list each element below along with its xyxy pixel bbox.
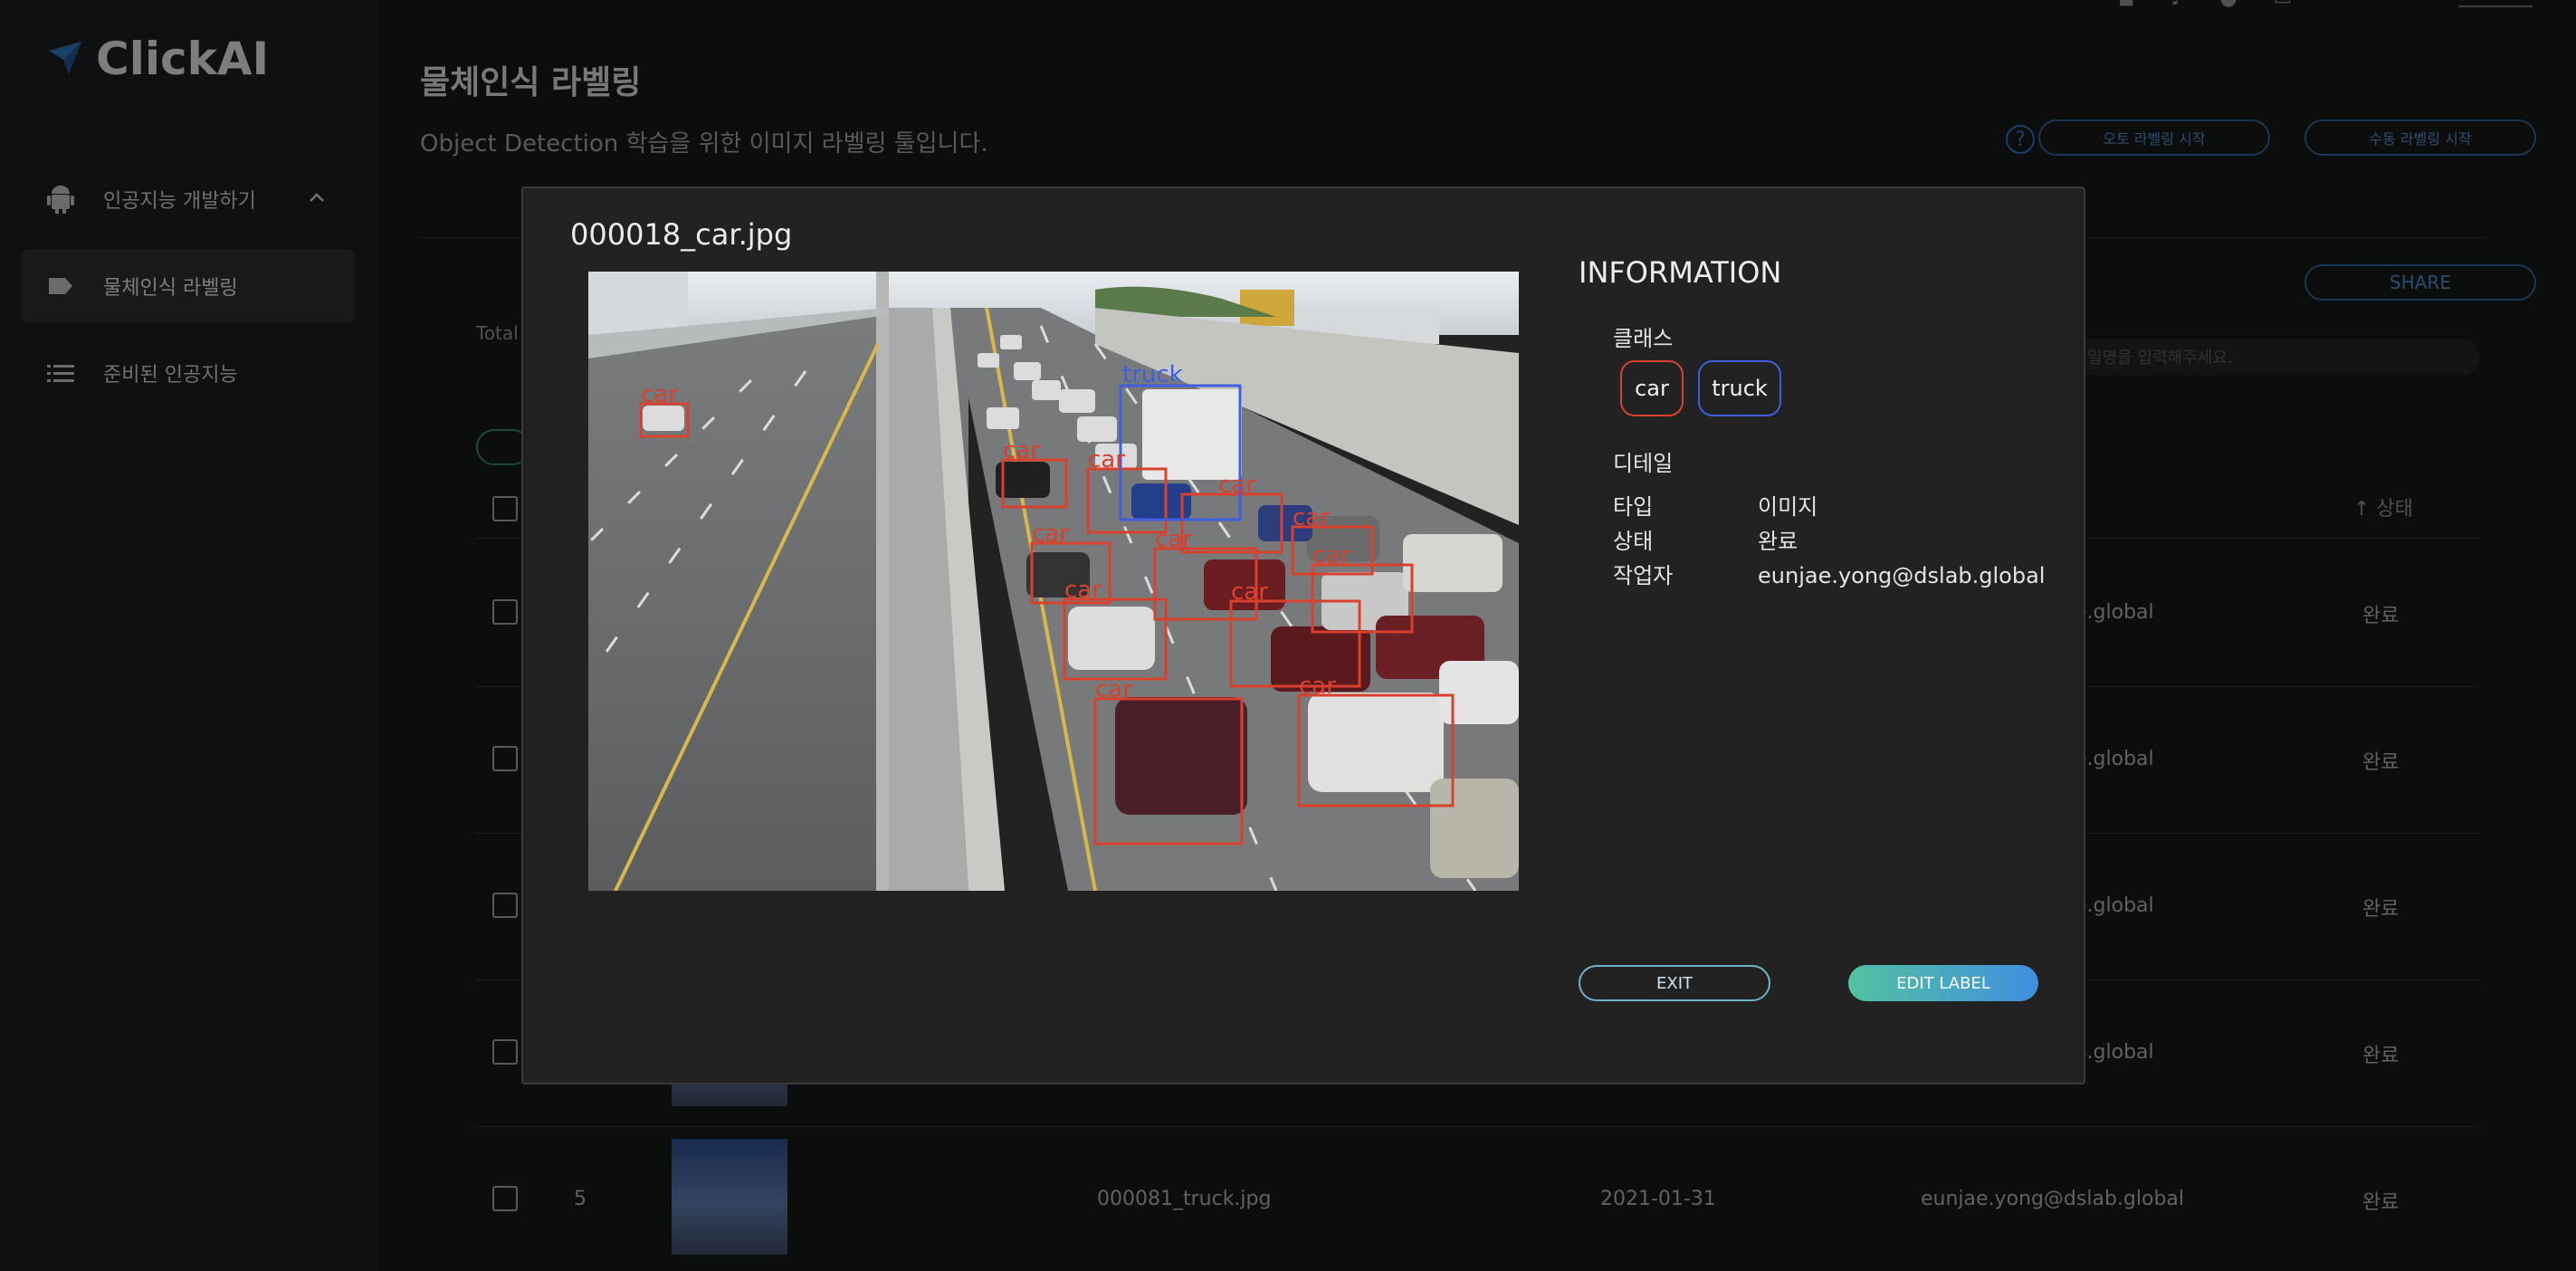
box-label-car: car bbox=[1299, 673, 1336, 700]
detail-section-label: 디테일 bbox=[1613, 451, 1674, 476]
detail-row-worker: 작업자 eunjae.yong@dslab.global bbox=[1613, 558, 2045, 589]
detail-value: eunjae.yong@dslab.global bbox=[1758, 563, 2046, 588]
highway-photo: car truck car car car car car car car ca… bbox=[588, 272, 1519, 891]
box-label-truck: truck bbox=[1122, 361, 1183, 388]
box-label-car: car bbox=[641, 381, 678, 408]
detail-row-status: 상태 완료 bbox=[1613, 523, 1798, 555]
class-chip-truck[interactable]: truck bbox=[1698, 360, 1781, 416]
box-label-car: car bbox=[1312, 542, 1350, 569]
class-section-label: 클래스 bbox=[1613, 326, 1674, 351]
detail-key: 상태 bbox=[1613, 529, 1654, 554]
box-label-car: car bbox=[1231, 578, 1268, 606]
box-label-car: car bbox=[1293, 504, 1330, 531]
box-label-car: car bbox=[1155, 526, 1192, 553]
detail-key: 타입 bbox=[1613, 494, 1654, 520]
detail-key: 작업자 bbox=[1613, 563, 1674, 588]
image-detail-modal: 000018_car.jpg car truck car car car car… bbox=[521, 186, 2085, 1085]
box-label-car: car bbox=[1218, 472, 1255, 499]
detail-value: 이미지 bbox=[1758, 494, 1818, 520]
box-label-car: car bbox=[1003, 437, 1040, 464]
class-chip-car[interactable]: car bbox=[1620, 360, 1684, 416]
box-label-car: car bbox=[1064, 577, 1102, 604]
modal-file-name: 000018_car.jpg bbox=[570, 217, 793, 252]
labeled-image: car truck car car car car car car car ca… bbox=[588, 272, 1519, 891]
detail-value: 완료 bbox=[1758, 529, 1798, 554]
box-label-car: car bbox=[1088, 446, 1125, 473]
box-label-car: car bbox=[1032, 521, 1069, 548]
edit-label-button[interactable]: EDIT LABEL bbox=[1848, 965, 2038, 1001]
box-label-car: car bbox=[1095, 676, 1132, 703]
detail-row-type: 타입 이미지 bbox=[1613, 489, 1818, 521]
exit-button[interactable]: EXIT bbox=[1579, 965, 1770, 1001]
info-title: INFORMATION bbox=[1579, 255, 1782, 290]
